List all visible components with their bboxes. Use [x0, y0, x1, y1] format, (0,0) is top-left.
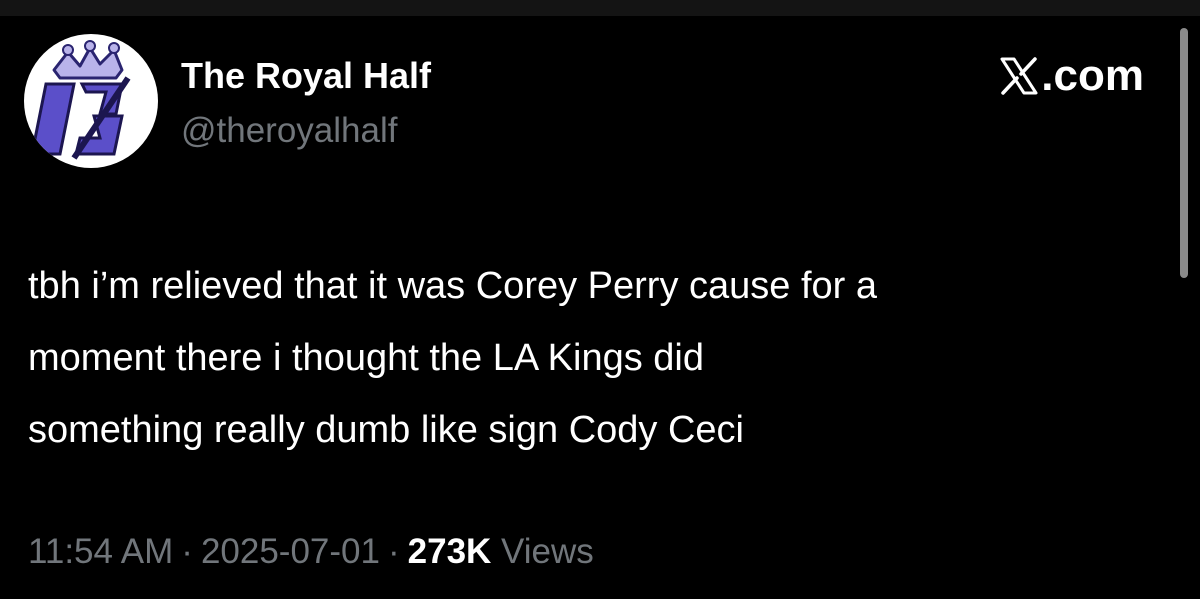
author-display-name[interactable]: The Royal Half	[181, 55, 431, 97]
tweet-meta: 11:54 AM · 2025-07-01 · 273K Views	[28, 530, 594, 574]
avatar[interactable]	[24, 34, 158, 168]
views-count[interactable]: 273K	[408, 532, 492, 571]
top-bar	[0, 0, 1200, 16]
separator-dot: ·	[181, 532, 193, 571]
views-label[interactable]: Views	[501, 532, 594, 571]
scrollbar[interactable]	[1180, 28, 1188, 278]
tweet-date[interactable]: 2025-07-01	[201, 532, 380, 571]
brand-watermark: .com	[999, 50, 1144, 102]
author-handle[interactable]: @theroyalhalf	[181, 110, 397, 152]
x-logo-icon	[1000, 57, 1038, 95]
tweet-time[interactable]: 11:54 AM	[28, 532, 173, 571]
separator-dot: ·	[387, 532, 400, 571]
crown-logo-icon	[30, 40, 131, 160]
tweet-text: tbh i’m relieved that it was Corey Perry…	[28, 265, 878, 451]
brand-domain-suffix: .com	[1041, 51, 1144, 100]
